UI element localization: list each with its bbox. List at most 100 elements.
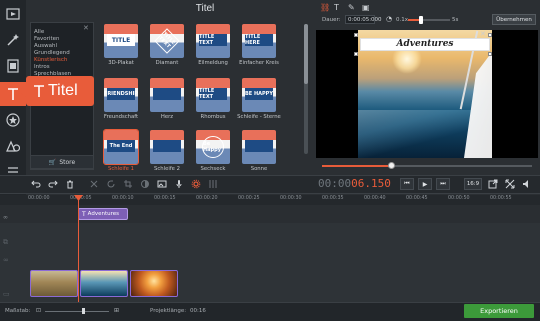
category-item[interactable]: Grundlegend bbox=[34, 50, 70, 56]
ruler-tick-label: 00:00:15 bbox=[154, 196, 176, 201]
close-icon[interactable]: ✕ bbox=[83, 24, 91, 32]
title-template-tile[interactable]: TITLE TEXT Diamant bbox=[150, 24, 184, 66]
title-template-tile[interactable]: Sonne bbox=[242, 130, 276, 172]
crop-icon[interactable] bbox=[122, 178, 134, 190]
volume-icon[interactable] bbox=[521, 178, 533, 190]
playhead-line[interactable] bbox=[78, 195, 79, 302]
ruler-tick-label: 00:00:10 bbox=[112, 196, 134, 201]
overlay-track-icon[interactable]: ⧉ bbox=[3, 238, 13, 246]
store-button[interactable]: 🛒 Store bbox=[30, 155, 94, 169]
text-t-icon[interactable]: T bbox=[334, 3, 339, 12]
trash-icon[interactable] bbox=[64, 178, 76, 190]
zoom-slider-knob[interactable] bbox=[82, 308, 85, 314]
playback-progress-knob[interactable] bbox=[388, 162, 395, 169]
title-template-tile[interactable]: Herz bbox=[150, 78, 184, 120]
image-icon[interactable] bbox=[156, 178, 168, 190]
play-icon: ▶ bbox=[422, 180, 428, 188]
microphone-icon[interactable] bbox=[173, 178, 185, 190]
close-icon[interactable]: ✕ bbox=[480, 30, 486, 38]
title-template-tile[interactable]: TITLE 3D-Plakat bbox=[104, 24, 138, 66]
gallery-heading: Titel bbox=[195, 3, 215, 14]
media-icon bbox=[6, 8, 20, 20]
playback-progress-fill bbox=[322, 165, 391, 167]
text-t-icon: T bbox=[82, 210, 86, 218]
ruler-tick-label: 00:00:55 bbox=[490, 196, 512, 201]
title-clip[interactable]: T Adventures bbox=[78, 208, 128, 220]
gallery-scrollbar-thumb[interactable] bbox=[304, 24, 308, 84]
rail-import-button[interactable] bbox=[0, 2, 26, 26]
zoom-out-icon[interactable]: ⊡ bbox=[36, 307, 41, 314]
ruler-tick-label: 00:00:30 bbox=[280, 196, 302, 201]
title-template-tile[interactable]: Be Happy Sechseck bbox=[196, 130, 230, 172]
equalizer-icon[interactable] bbox=[207, 178, 219, 190]
speed-slider-knob[interactable] bbox=[419, 16, 423, 24]
aspect-ratio-button[interactable]: 16:9 bbox=[464, 178, 482, 190]
export-button[interactable]: Exportieren bbox=[464, 304, 534, 318]
link-icon[interactable]: ∞ bbox=[3, 256, 13, 264]
resize-handle[interactable] bbox=[354, 52, 358, 56]
link-icon[interactable]: ⛓ bbox=[320, 3, 330, 12]
timecode-bright: 06.150 bbox=[351, 177, 391, 190]
resize-handle[interactable] bbox=[488, 52, 492, 56]
title-template-tile[interactable]: FRIENDSHIP Freundschaft bbox=[104, 78, 138, 120]
rail-filters-button[interactable] bbox=[0, 28, 26, 52]
title-overlay-text[interactable]: Adventures bbox=[360, 37, 490, 51]
audio-track-icon[interactable]: ▭ bbox=[3, 290, 13, 298]
template-label: Einfacher Kreis bbox=[239, 60, 279, 66]
rotate-icon[interactable] bbox=[105, 178, 117, 190]
speed-value: 0.1x bbox=[396, 17, 409, 23]
title-template-tile[interactable]: TITLE HERE Einfacher Kreis bbox=[239, 24, 279, 66]
timecode-display: 00:0006.150 bbox=[318, 177, 391, 190]
title-template-tile[interactable]: Schleife 2 bbox=[150, 130, 184, 172]
rail-stickers-button[interactable] bbox=[0, 108, 26, 132]
category-item-selected[interactable]: Künstlerisch bbox=[34, 57, 67, 63]
template-thumbnail bbox=[150, 78, 184, 112]
template-badge bbox=[245, 140, 273, 152]
title-template-tile[interactable]: The End Schleife 1 bbox=[103, 129, 139, 172]
edit-toolbar bbox=[0, 175, 540, 194]
brush-icon[interactable]: ✎ bbox=[348, 3, 355, 12]
ruler-tick-label: 00:00:25 bbox=[238, 196, 260, 201]
shapes-icon bbox=[6, 140, 20, 152]
duration-field[interactable]: 0:00:05:000 bbox=[345, 15, 382, 24]
color-adjust-icon[interactable] bbox=[139, 178, 151, 190]
duration-label: Dauer: bbox=[322, 17, 341, 23]
category-item[interactable]: Alle bbox=[34, 29, 44, 35]
template-badge: The End bbox=[107, 140, 135, 152]
skip-forward-button[interactable]: ⏭ bbox=[436, 178, 450, 190]
link-icon[interactable]: ∞ bbox=[3, 214, 13, 221]
play-button[interactable]: ▶ bbox=[418, 178, 432, 190]
rail-clips-button[interactable] bbox=[0, 54, 26, 78]
template-thumbnail: TITLE TEXT bbox=[196, 24, 230, 58]
apply-button[interactable]: Übernehmen bbox=[492, 14, 536, 25]
template-thumbnail: TITLE HERE bbox=[242, 24, 276, 58]
undo-icon[interactable] bbox=[30, 178, 42, 190]
template-thumbnail: The End bbox=[103, 129, 139, 165]
title-template-tile[interactable]: TITLE TEXT Rhombus bbox=[196, 78, 230, 120]
export-frame-icon[interactable] bbox=[487, 178, 499, 190]
skip-forward-icon: ⏭ bbox=[440, 180, 446, 187]
zoom-slider-track[interactable] bbox=[45, 311, 109, 312]
titles-callout: Titel bbox=[26, 76, 94, 106]
title-template-tile[interactable]: BE HAPPY Schleife - Sterne bbox=[237, 78, 281, 120]
category-item[interactable]: Favoriten bbox=[34, 36, 59, 42]
redo-icon[interactable] bbox=[47, 178, 59, 190]
title-template-tile[interactable]: TITLE TEXT Eilmeldung bbox=[196, 24, 230, 66]
resize-handle[interactable] bbox=[354, 33, 358, 37]
video-clip-sunset[interactable] bbox=[130, 270, 178, 297]
zoom-in-icon[interactable]: ⊞ bbox=[114, 307, 119, 314]
video-clip-ocean[interactable] bbox=[80, 270, 128, 297]
video-clip-desert[interactable] bbox=[30, 270, 78, 297]
resize-handle[interactable] bbox=[488, 33, 492, 37]
category-item[interactable]: Intros bbox=[34, 64, 50, 70]
template-badge: BE HAPPY bbox=[245, 88, 273, 100]
rail-transitions-button[interactable] bbox=[0, 134, 26, 158]
cut-icon[interactable] bbox=[88, 178, 100, 190]
fullscreen-icon[interactable] bbox=[504, 178, 516, 190]
save-icon[interactable]: ▣ bbox=[362, 3, 370, 12]
ruler-tick-label: 00:00:50 bbox=[448, 196, 470, 201]
skip-back-button[interactable]: ⏮ bbox=[400, 178, 414, 190]
category-item[interactable]: Auswahl bbox=[34, 43, 57, 49]
gear-icon[interactable] bbox=[190, 178, 202, 190]
template-badge: TITLE TEXT bbox=[199, 34, 227, 46]
